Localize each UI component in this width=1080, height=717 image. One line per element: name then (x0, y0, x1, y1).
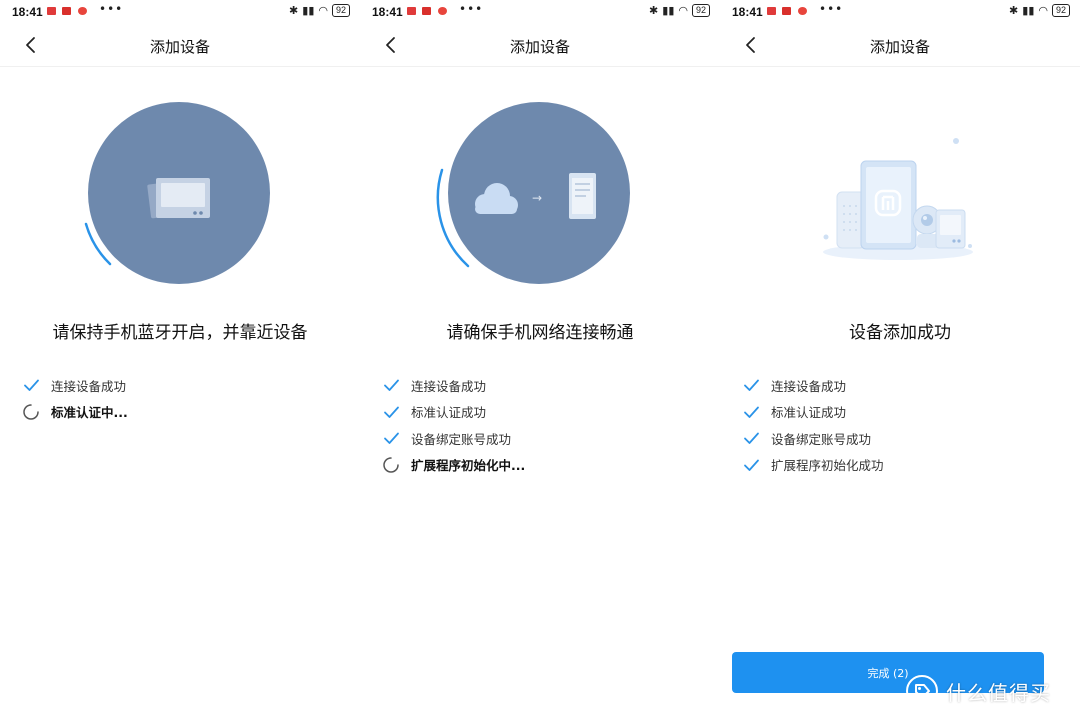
status-bar: 18:41 ••• ✱ ▮▮ ◠ 92 (0, 0, 360, 24)
nav-bar: 添加设备 (720, 24, 1080, 67)
bluetooth-icon: ✱ (649, 4, 659, 17)
status-right: ✱ ▮▮ ◠ 92 (1009, 4, 1070, 17)
checkmark-icon (744, 459, 759, 471)
step-label: 扩展程序初始化成功 (771, 458, 884, 474)
more-notifications-icon: ••• (459, 2, 484, 16)
status-headline: 设备添加成功 (849, 323, 951, 343)
more-notifications-icon: ••• (99, 2, 124, 16)
bluetooth-icon: ✱ (1009, 4, 1019, 17)
notification-icon (62, 7, 71, 15)
notification-icon (798, 7, 807, 15)
step-label: 连接设备成功 (51, 378, 127, 394)
network-illustration: → (436, 102, 630, 284)
page-title: 添加设备 (509, 38, 570, 56)
step-item: 扩展程序初始化成功 (742, 452, 884, 479)
screen-network-step: 18:41 ••• ✱ ▮▮ ◠ 92 添加设备 → 请确保手机网络连接畅通 连… (360, 0, 720, 717)
status-time: 18:41 (12, 5, 43, 19)
device-panel-icon (147, 178, 210, 219)
mi-tablet-icon (860, 160, 917, 250)
step-label: 标准认证成功 (771, 405, 847, 421)
progress-steps: 连接设备成功 标准认证中... (22, 372, 128, 425)
notification-icon (767, 7, 776, 15)
checkmark-icon (384, 379, 399, 392)
checkmark-icon (744, 406, 759, 418)
step-item: 扩展程序初始化中... (382, 452, 525, 479)
step-item: 连接设备成功 (382, 372, 525, 399)
loading-spinner-icon (23, 404, 39, 420)
signal-icon: ▮▮ (302, 4, 315, 17)
phone-document-icon (569, 173, 596, 219)
step-item: 标准认证成功 (382, 399, 525, 426)
checkmark-icon (24, 379, 39, 392)
step-label: 扩展程序初始化中... (411, 458, 526, 474)
status-right: ✱ ▮▮ ◠ 92 (289, 4, 350, 17)
device-illustration (84, 102, 270, 284)
checkmark-icon (744, 379, 759, 392)
watermark-text: 什么值得买 (946, 680, 1051, 705)
screen-success: 18:41 ••• ✱ ▮▮ ◠ 92 添加设备 设备添加成功 连接设备成功 标… (720, 0, 1080, 717)
step-label: 连接设备成功 (411, 378, 487, 394)
loading-spinner-icon (383, 457, 399, 473)
step-label: 标准认证成功 (411, 405, 487, 421)
price-tag-icon (906, 675, 938, 707)
wifi-icon: ◠ (678, 4, 688, 17)
more-notifications-icon: ••• (819, 2, 844, 16)
signal-icon: ▮▮ (662, 4, 675, 17)
progress-steps: 连接设备成功 标准认证成功 设备绑定账号成功 扩展程序初始化中... (382, 372, 525, 478)
progress-steps: 连接设备成功 标准认证成功 设备绑定账号成功 扩展程序初始化成功 (742, 372, 884, 478)
step-item: 设备绑定账号成功 (742, 425, 884, 452)
notification-icon (78, 7, 87, 15)
signal-icon: ▮▮ (1022, 4, 1035, 17)
step-item: 标准认证中... (22, 399, 128, 426)
battery-icon: 92 (331, 4, 350, 17)
battery-icon: 92 (691, 4, 710, 17)
notification-icon (422, 7, 431, 15)
status-time: 18:41 (732, 5, 763, 19)
status-right: ✱ ▮▮ ◠ 92 (649, 4, 710, 17)
status-headline: 请保持手机蓝牙开启，并靠近设备 (52, 323, 308, 343)
watermark: 什么值得买 (905, 674, 1051, 708)
status-headline: 请确保手机网络连接畅通 (446, 323, 634, 343)
step-label: 设备绑定账号成功 (771, 431, 872, 447)
step-label: 设备绑定账号成功 (411, 431, 512, 447)
notification-icon (407, 7, 416, 15)
step-label: 标准认证中... (51, 405, 128, 421)
wifi-icon: ◠ (318, 4, 328, 17)
notification-icon (438, 7, 447, 15)
checkmark-icon (744, 432, 759, 445)
checkmark-icon (384, 406, 399, 418)
status-time: 18:41 (372, 5, 403, 19)
nav-bar: 添加设备 (0, 24, 360, 67)
nav-bar: 添加设备 (360, 24, 720, 67)
step-item: 标准认证成功 (742, 399, 884, 426)
control-panel-device-icon (935, 209, 966, 249)
step-item: 连接设备成功 (742, 372, 884, 399)
arrow-icon: → (532, 191, 542, 205)
notification-icon (782, 7, 791, 15)
status-bar: 18:41 ••• ✱ ▮▮ ◠ 92 (720, 0, 1080, 24)
checkmark-icon (384, 432, 399, 445)
page-title: 添加设备 (869, 38, 930, 56)
bluetooth-icon: ✱ (289, 4, 299, 17)
step-item: 设备绑定账号成功 (382, 425, 525, 452)
notification-icon (47, 7, 56, 15)
screen-bluetooth-step: 18:41 ••• ✱ ▮▮ ◠ 92 添加设备 请保持手机蓝牙开启，并靠近设备… (0, 0, 360, 717)
step-item: 连接设备成功 (22, 372, 128, 399)
wifi-icon: ◠ (1038, 4, 1048, 17)
smart-devices-illustration (823, 138, 973, 260)
status-bar: 18:41 ••• ✱ ▮▮ ◠ 92 (360, 0, 720, 24)
page-title: 添加设备 (149, 38, 210, 56)
step-label: 连接设备成功 (771, 378, 847, 394)
battery-icon: 92 (1051, 4, 1070, 17)
